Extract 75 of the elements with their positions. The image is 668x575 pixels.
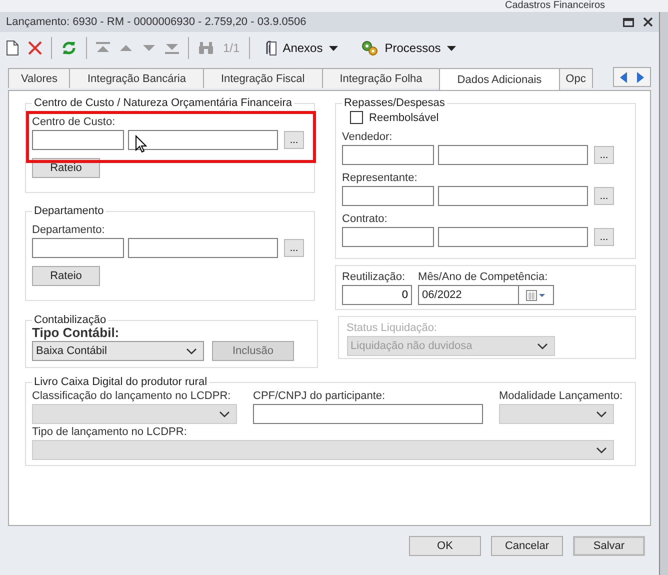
- tab[interactable]: Integração Fiscal: [202, 68, 323, 88]
- last-record-icon[interactable]: [165, 42, 179, 54]
- close-icon[interactable]: [643, 17, 653, 27]
- code-field[interactable]: [32, 130, 124, 150]
- field-label: Status Liquidação:: [346, 321, 438, 335]
- rateio-button[interactable]: Rateio: [32, 266, 100, 286]
- caret-icon: [328, 46, 338, 50]
- lookup-button[interactable]: ...: [594, 146, 614, 164]
- code-field[interactable]: [342, 145, 434, 165]
- group-title: Repasses/Despesas: [343, 97, 446, 109]
- description-field[interactable]: [438, 227, 588, 247]
- field-label: Contrato:: [342, 212, 388, 226]
- code-field[interactable]: [32, 238, 124, 258]
- record-counter: 1/1: [223, 41, 240, 55]
- description-field[interactable]: [128, 238, 278, 258]
- checkbox[interactable]: [350, 111, 364, 124]
- toolbar-menu-button[interactable]: Anexos: [258, 40, 342, 56]
- dialog-button[interactable]: Cancelar: [491, 536, 563, 556]
- tab[interactable]: Integração Bancária: [69, 68, 204, 88]
- arrow-right-icon[interactable]: [635, 72, 644, 82]
- group-title: Departamento: [33, 205, 105, 217]
- checkbox-label: Reembolsável: [369, 112, 439, 124]
- first-record-icon[interactable]: [96, 42, 110, 54]
- arrow-left-icon[interactable]: [620, 72, 629, 82]
- chevron-down-icon: [186, 348, 197, 354]
- field-label: Vendedor:: [342, 130, 394, 144]
- description-field[interactable]: [438, 145, 588, 165]
- dialog-button[interactable]: OK: [409, 536, 481, 556]
- dropdown[interactable]: Baixa Contábil: [32, 341, 204, 361]
- cpf-cnpj-field[interactable]: [253, 404, 483, 424]
- tab-scroll-control[interactable]: [613, 67, 651, 87]
- caret-icon: [446, 46, 456, 50]
- window-title: Lançamento: 6930 - RM - 0000006930 - 2.759,20 - 03.9.0506: [6, 16, 306, 28]
- tab[interactable]: Integração Folha: [322, 68, 440, 88]
- previous-record-icon[interactable]: [119, 44, 133, 52]
- toolbar-menu-button[interactable]: Processos: [356, 40, 460, 56]
- description-field[interactable]: [128, 130, 278, 150]
- field-label: Classificação do lançamento no LCDPR:: [32, 389, 232, 403]
- next-record-icon[interactable]: [142, 44, 156, 52]
- dialog-button[interactable]: Salvar: [573, 536, 645, 556]
- group-title: Centro de Custo / Natureza Orçamentária Financeira: [33, 97, 294, 109]
- lookup-button[interactable]: ...: [284, 239, 304, 257]
- field-label: CPF/CNPJ do participante:: [253, 389, 386, 403]
- code-field[interactable]: [342, 227, 434, 247]
- field-label: Representante:: [342, 171, 418, 185]
- calendar-icon[interactable]: [526, 290, 546, 300]
- field-label: Modalidade Lançamento:: [499, 389, 623, 403]
- chevron-down-icon: [219, 410, 230, 418]
- field-label: Departamento:: [32, 223, 106, 237]
- binoculars-icon[interactable]: [198, 41, 214, 55]
- background-app-label: Cadastros Financeiros: [505, 0, 606, 12]
- date-picker-field[interactable]: 06/2022: [418, 285, 554, 305]
- lookup-button[interactable]: ...: [594, 228, 614, 246]
- field-label: Mês/Ano de Competência:: [418, 270, 549, 284]
- chevron-down-icon: [596, 410, 607, 418]
- description-field[interactable]: [438, 186, 588, 206]
- code-field[interactable]: [342, 186, 434, 206]
- tab[interactable]: Dados Adicionais: [439, 68, 560, 90]
- group-title: Livro Caixa Digital do produtor rural: [33, 376, 208, 388]
- tab[interactable]: Valores: [8, 68, 70, 88]
- lookup-button[interactable]: ...: [284, 131, 304, 149]
- reuse-field[interactable]: 0: [342, 285, 412, 305]
- field-label: Centro de Custo:: [32, 115, 116, 129]
- group-title: Contabilização: [33, 314, 108, 326]
- field-label: Tipo de lançamento no LCDPR:: [32, 425, 188, 439]
- chevron-down-icon: [596, 446, 607, 454]
- field-label: Tipo Contábil:: [32, 326, 120, 340]
- refresh-icon[interactable]: [61, 40, 77, 56]
- tab[interactable]: Opc: [558, 68, 593, 88]
- lookup-button[interactable]: ...: [594, 187, 614, 205]
- maximize-icon[interactable]: [623, 18, 634, 26]
- field-label: Reutilização:: [342, 270, 406, 284]
- delete-icon[interactable]: [28, 41, 42, 55]
- new-document-icon[interactable]: [6, 40, 19, 56]
- chevron-down-icon: [536, 342, 548, 350]
